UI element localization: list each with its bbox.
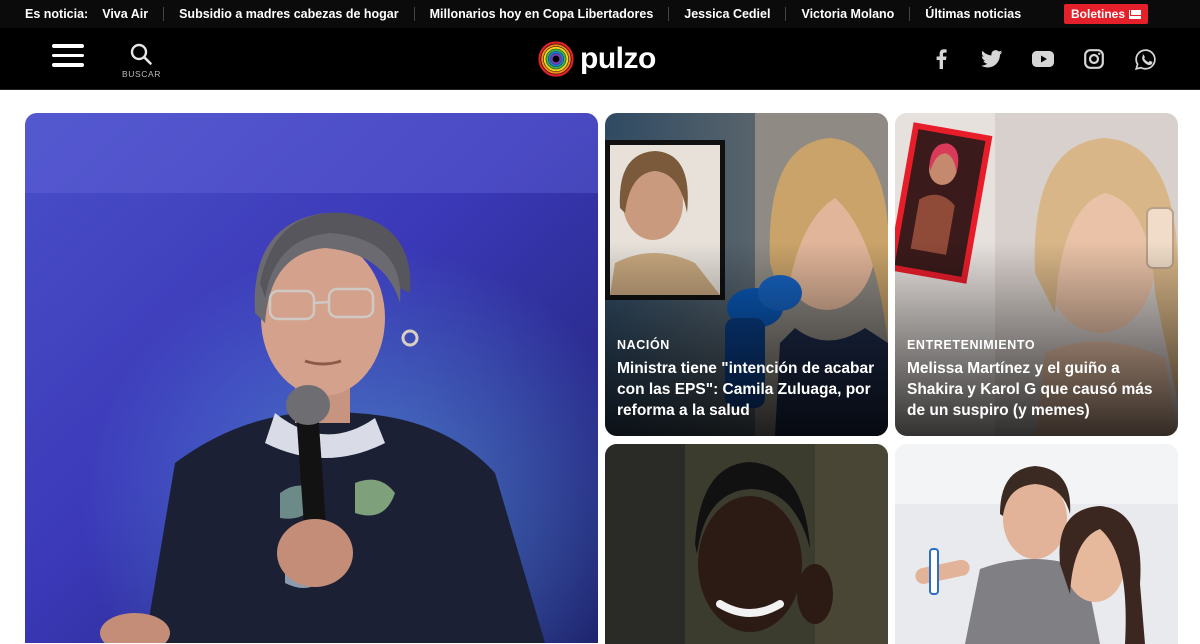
newsletter-button[interactable]: Boletines: [1063, 4, 1148, 24]
newsletter-label: Boletines: [1070, 7, 1125, 21]
article-title[interactable]: Ministra tiene "intención de acabar con …: [617, 358, 876, 421]
whatsapp-icon: [1134, 48, 1156, 70]
menu-button[interactable]: [52, 44, 84, 70]
article-card-nacion[interactable]: NACIÓN Ministra tiene "intención de acab…: [605, 113, 888, 436]
search-icon: [130, 43, 152, 65]
trending-link-millonarios[interactable]: Millonarios hoy en Copa Libertadores: [413, 7, 669, 21]
mail-icon: [1129, 9, 1141, 19]
site-logo[interactable]: pulzo: [538, 41, 656, 77]
hamburger-icon: [52, 44, 84, 48]
search-button[interactable]: BUSCAR: [122, 42, 160, 79]
instagram-link[interactable]: [1083, 48, 1105, 70]
trending-links: Viva Air Subsidio a madres cabezas de ho…: [102, 7, 1036, 21]
article-title[interactable]: Melissa Martínez y el guiño a Shakira y …: [907, 358, 1166, 421]
site-header: BUSCAR pulzo: [0, 28, 1200, 90]
article-card-entretenimiento[interactable]: ENTRETENIMIENTO Melissa Martínez y el gu…: [895, 113, 1178, 436]
facebook-icon: [936, 49, 947, 69]
article-category: NACIÓN: [617, 338, 670, 352]
article-card-couple[interactable]: [895, 444, 1178, 644]
instagram-icon: [1084, 49, 1104, 69]
article-card-sports[interactable]: [605, 444, 888, 644]
trending-bar: Es noticia: Viva Air Subsidio a madres c…: [0, 0, 1200, 28]
whatsapp-link[interactable]: [1134, 48, 1156, 70]
logo-wordmark: pulzo: [580, 42, 656, 75]
trending-link-victoria-molano[interactable]: Victoria Molano: [785, 7, 909, 21]
featured-news-grid: NACIÓN Ministra tiene "intención de acab…: [0, 113, 1200, 644]
article-category: ENTRETENIMIENTO: [907, 338, 1036, 352]
article-photo: [605, 444, 888, 644]
trending-link-viva-air[interactable]: Viva Air: [102, 7, 163, 21]
search-label: BUSCAR: [122, 69, 162, 79]
article-photo: [25, 113, 598, 643]
trending-link-jessica-cediel[interactable]: Jessica Cediel: [668, 7, 785, 21]
trending-label: Es noticia:: [25, 7, 89, 21]
logo-rings-icon: [538, 41, 574, 77]
article-photo: [895, 444, 1178, 644]
youtube-icon: [1032, 51, 1054, 67]
trending-link-ultimas-noticias[interactable]: Últimas noticias: [909, 7, 1036, 21]
youtube-link[interactable]: [1032, 48, 1054, 70]
twitter-link[interactable]: [981, 48, 1003, 70]
twitter-icon: [981, 50, 1003, 68]
featured-article-main[interactable]: [25, 113, 598, 643]
trending-link-subsidio[interactable]: Subsidio a madres cabezas de hogar: [163, 7, 414, 21]
social-links: [930, 48, 1156, 70]
facebook-link[interactable]: [930, 48, 952, 70]
